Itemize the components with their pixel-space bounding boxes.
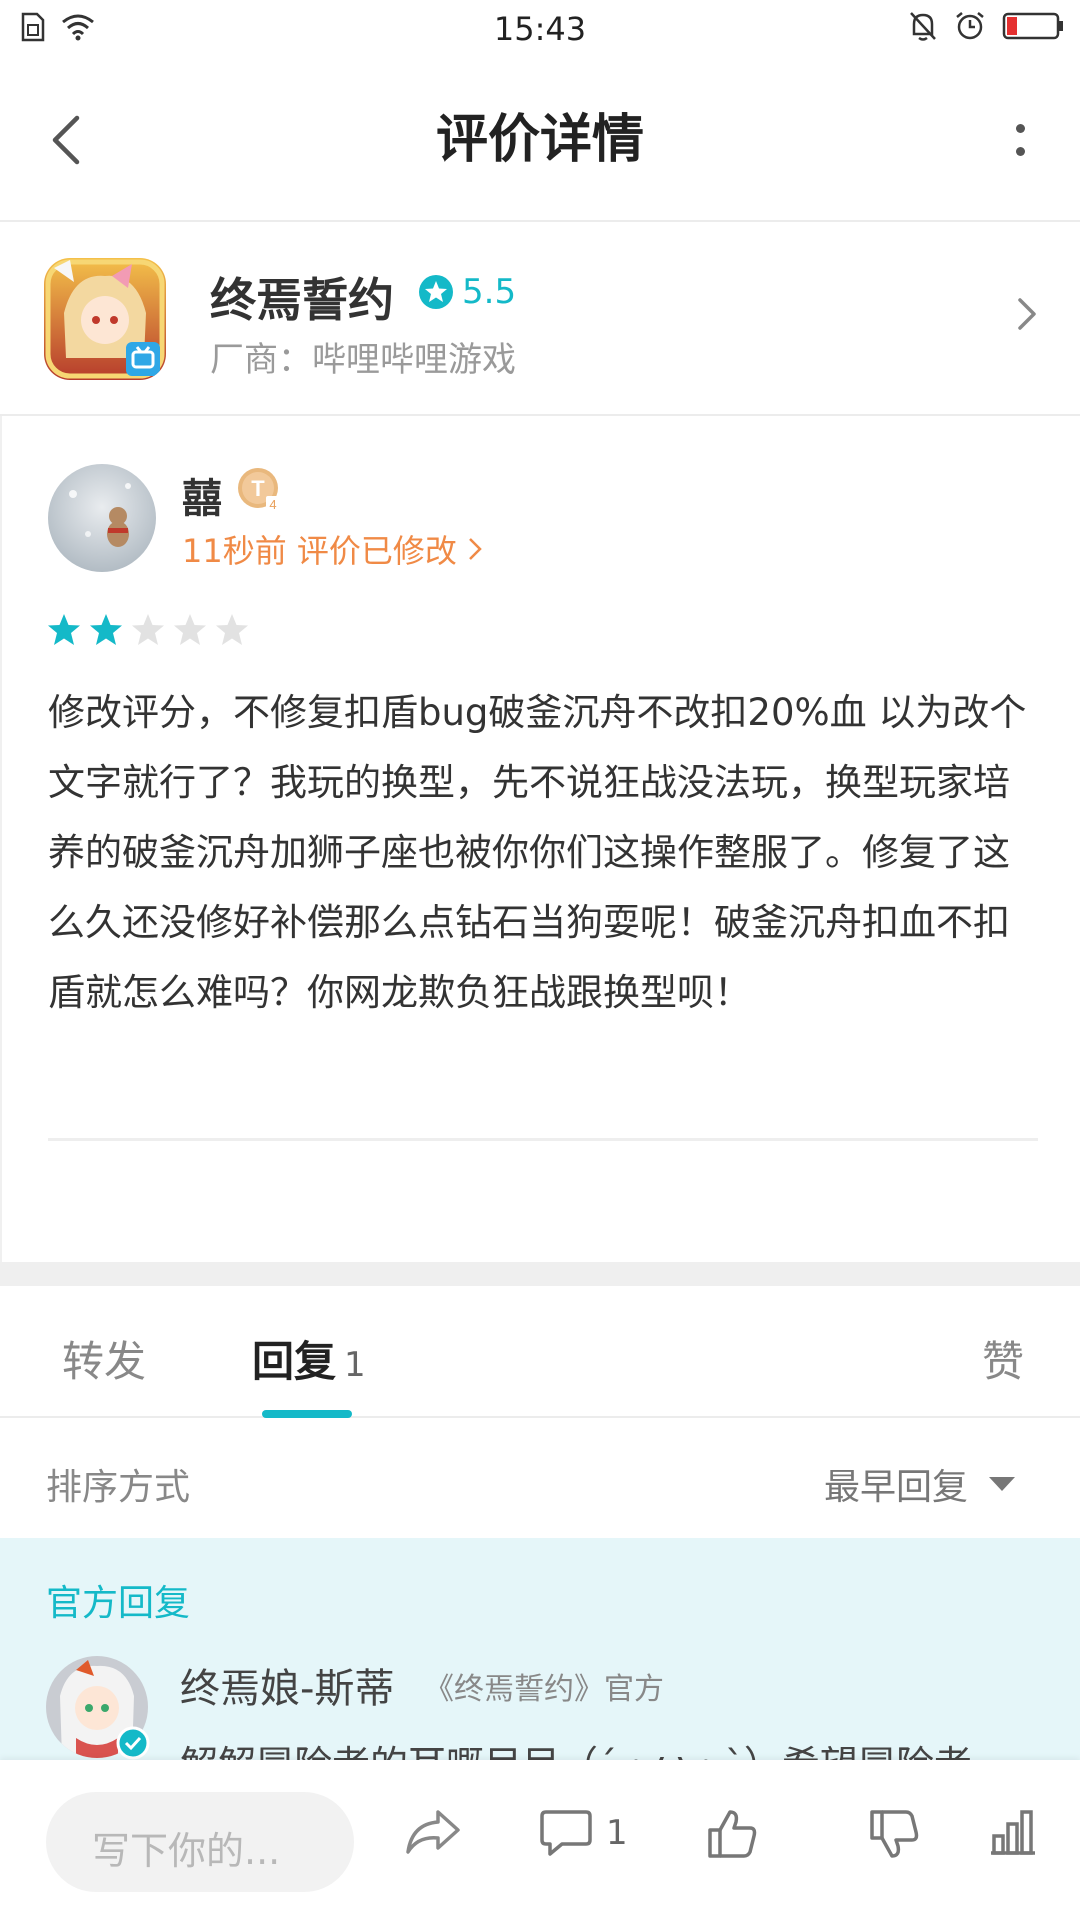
- dislike-button[interactable]: [868, 1808, 920, 1860]
- tab-forward[interactable]: 转发: [62, 1328, 146, 1389]
- sort-row: 排序方式 最早回复: [0, 1418, 1080, 1538]
- rating-badge: 5.5: [418, 272, 516, 312]
- comment-count: 1: [606, 1813, 628, 1853]
- section-separator: [0, 1262, 1080, 1286]
- like-button[interactable]: [706, 1808, 758, 1860]
- more-options-button[interactable]: [1000, 110, 1040, 170]
- game-name: 终焉誓约: [210, 273, 394, 327]
- tab-reply-label: 回复: [252, 1337, 337, 1386]
- sort-label: 排序方式: [46, 1467, 191, 1508]
- verified-icon: [116, 1726, 150, 1760]
- chevron-right-icon: [469, 538, 482, 560]
- star-empty-icon: [174, 614, 206, 645]
- comment-input-placeholder: 写下你的...: [92, 1829, 281, 1873]
- rating-value: 5.5: [462, 272, 517, 312]
- star-empty-icon: [132, 614, 164, 645]
- comment-button[interactable]: 1: [540, 1808, 628, 1858]
- official-tag: 《终焉誓约》官方: [424, 1672, 664, 1707]
- tab-reply-count: 1: [344, 1345, 366, 1385]
- star-empty-icon: [216, 614, 248, 645]
- official-name[interactable]: 终焉娘-斯蒂: [180, 1656, 394, 1714]
- game-card[interactable]: 终焉誓约 5.5 厂商：哔哩哔哩游戏: [0, 222, 1080, 416]
- star-filled-icon: [48, 614, 80, 645]
- tab-active-indicator: [262, 1410, 352, 1418]
- review-meta-text: 11秒前 评价已修改: [182, 532, 457, 570]
- comment-input[interactable]: 写下你的...: [46, 1792, 354, 1892]
- divider: [48, 1138, 1038, 1141]
- game-icon: [44, 258, 166, 380]
- dot-icon: [1015, 124, 1025, 133]
- title-bar: 评价详情: [0, 60, 1080, 222]
- vendor-label: 厂商：哔哩哔哩游戏: [210, 340, 516, 380]
- review-text: 修改评分，不修复扣盾bug破釜沉舟不改扣20%血 以为改个文字就行了？我玩的换型…: [48, 691, 1027, 1014]
- user-name[interactable]: 囍: [182, 466, 222, 524]
- battery-icon: [1002, 12, 1063, 40]
- alarm-icon: [956, 12, 984, 40]
- chevron-right-icon: [1016, 296, 1038, 336]
- thumbs-up-icon: [708, 1810, 757, 1858]
- official-reply-text: 解解冒险者的耳嘅目目（´・ω・`）希望冒险者: [180, 1734, 972, 1760]
- tab-reply[interactable]: 回复 1: [252, 1328, 366, 1389]
- avatar[interactable]: [48, 464, 156, 572]
- star-circle-icon: [419, 275, 453, 309]
- status-bar: 15:43: [0, 0, 1080, 60]
- sort-dropdown[interactable]: 最早回复: [824, 1458, 1016, 1510]
- svg-text:4: 4: [269, 497, 276, 512]
- status-right: [908, 10, 1064, 42]
- tab-like[interactable]: 赞: [982, 1328, 1024, 1389]
- bar-chart-icon: [991, 1810, 1035, 1855]
- page-title: 评价详情: [435, 110, 644, 170]
- sort-value: 最早回复: [823, 1467, 968, 1508]
- review-card: 囍 T 4 11秒前 评价已修改 修改评分，不修复扣盾bug破釜沉舟不改扣20%…: [0, 416, 1080, 1262]
- thumbs-down-icon: [870, 1810, 919, 1858]
- dot-icon: [1015, 147, 1025, 156]
- comment-bubble-icon: [540, 1810, 592, 1856]
- level-badge: T 4: [236, 466, 284, 518]
- star-rating: [46, 612, 250, 648]
- official-reply[interactable]: 官方回复 终焉娘-斯蒂 《终焉誓约》官方 解解冒险者的耳嘅目目（´・ω・`）希望…: [0, 1538, 1080, 1760]
- bottom-action-bar: 写下你的... 1: [0, 1760, 1080, 1920]
- mute-bell-icon: [910, 12, 936, 41]
- share-arrow-icon: [406, 1810, 460, 1854]
- caret-down-icon: [989, 1477, 1015, 1491]
- stats-button[interactable]: [988, 1808, 1038, 1856]
- star-filled-icon: [90, 614, 122, 645]
- level-badge-letter: T: [251, 476, 265, 501]
- review-meta[interactable]: 11秒前 评价已修改: [182, 526, 483, 572]
- official-reply-label: 官方回复: [46, 1583, 191, 1624]
- share-button[interactable]: [404, 1808, 462, 1858]
- tab-bar: 转发 回复 1 赞: [0, 1286, 1080, 1418]
